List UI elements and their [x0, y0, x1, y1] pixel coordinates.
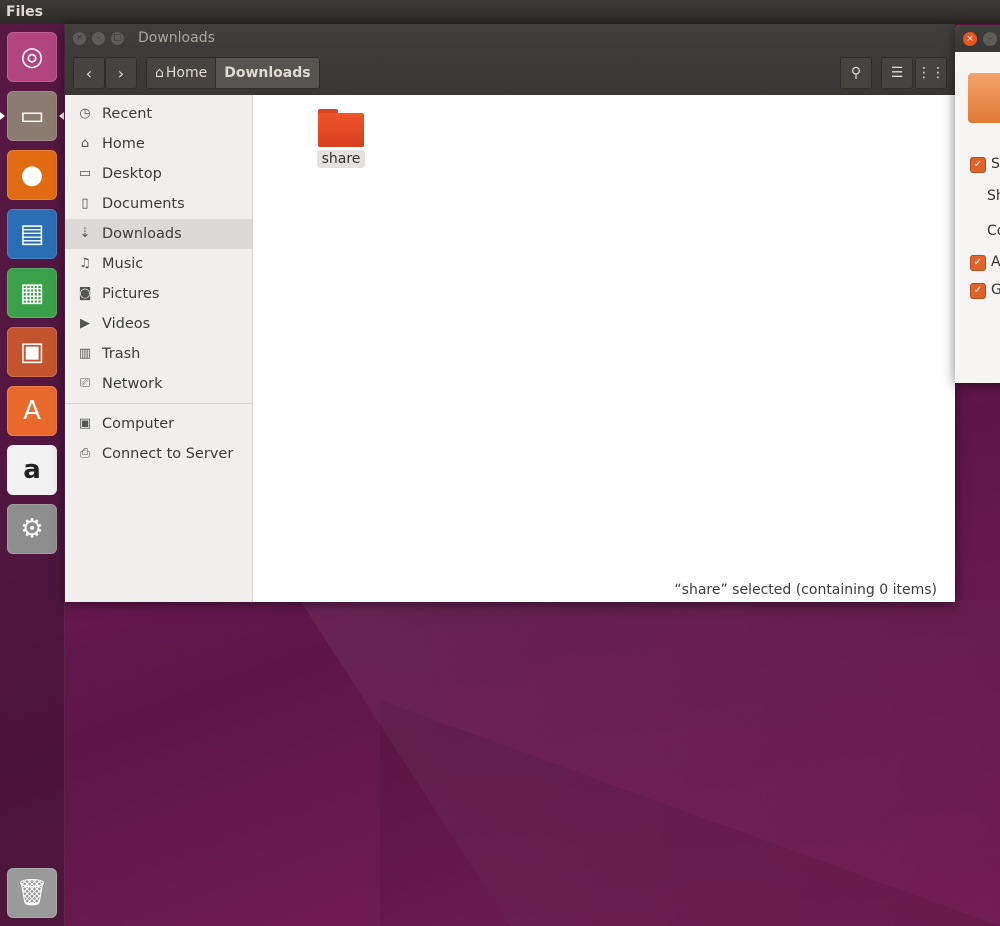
- trash-icon: ▥: [78, 346, 92, 361]
- file-view[interactable]: share “share” selected (containing 0 ite…: [253, 95, 955, 602]
- sidebar-item-label: Network: [102, 376, 163, 392]
- sidebar-item-label: Computer: [102, 416, 175, 432]
- software-center-icon[interactable]: A: [7, 386, 57, 436]
- properties-window: × – ✓ S Sh Co ✓ A ✓ G: [955, 25, 1000, 383]
- camera-icon: ◙: [78, 286, 92, 301]
- breadcrumb-label: Home: [165, 65, 208, 81]
- calc-icon[interactable]: ▦: [7, 268, 57, 318]
- sidebar-item-label: Recent: [102, 106, 153, 122]
- grid-icon: ⋮⋮: [917, 65, 945, 81]
- home-icon: ⌂: [80, 136, 90, 151]
- sidebar-item-label: Downloads: [102, 226, 182, 242]
- sidebar-item-label: Desktop: [102, 166, 162, 182]
- document-icon: ▯: [81, 196, 89, 211]
- sidebar-item-music[interactable]: ♫ Music: [65, 249, 252, 279]
- breadcrumb: ⌂ Home Downloads: [146, 57, 320, 89]
- back-button[interactable]: ‹: [73, 57, 105, 89]
- settings-icon[interactable]: ⚙: [7, 504, 57, 554]
- sidebar-item-label: Music: [102, 256, 144, 272]
- download-icon: ⇣: [79, 226, 91, 241]
- sidebar-item-label: Home: [102, 136, 145, 152]
- chevron-left-icon: ‹: [85, 63, 93, 83]
- partial-label: S: [991, 156, 1000, 172]
- sidebar-item-label: Videos: [102, 316, 151, 332]
- home-icon: ⌂: [155, 65, 164, 81]
- checkbox[interactable]: ✓: [970, 255, 986, 271]
- folder-label: share: [316, 150, 366, 168]
- partial-label: G: [991, 282, 1000, 298]
- top-panel: Files: [0, 0, 1000, 24]
- sidebar-item-computer[interactable]: ▣ Computer: [65, 409, 252, 439]
- properties-titlebar: × –: [955, 25, 1000, 52]
- checkbox[interactable]: ✓: [970, 157, 986, 173]
- desktop-icon: ▭: [78, 166, 92, 181]
- chevron-right-icon: ›: [117, 63, 125, 83]
- sidebar-item-connect-to-server[interactable]: ⎙ Connect to Server: [65, 439, 252, 469]
- close-button[interactable]: ×: [963, 32, 977, 46]
- sidebar-item-label: Documents: [102, 196, 185, 212]
- sidebar-item-label: Connect to Server: [102, 446, 234, 462]
- folder-item-share[interactable]: share: [315, 109, 367, 168]
- sidebar-item-trash[interactable]: ▥ Trash: [65, 339, 252, 369]
- checkbox[interactable]: ✓: [970, 283, 986, 299]
- titlebar: × – □ Downloads ‹ › ⌂ Home Downloads ⚲ ☰…: [65, 24, 955, 95]
- computer-icon: ▣: [78, 416, 92, 431]
- writer-icon[interactable]: ▤: [7, 209, 57, 259]
- sidebar-item-network[interactable]: ⎚ Network: [65, 369, 252, 399]
- folder-icon: [318, 109, 364, 147]
- sidebar-item-downloads[interactable]: ⇣ Downloads: [65, 219, 252, 249]
- breadcrumb-downloads[interactable]: Downloads: [215, 58, 319, 88]
- trash-icon[interactable]: 🗑: [7, 868, 57, 918]
- minimize-button[interactable]: –: [92, 32, 105, 45]
- search-button[interactable]: ⚲: [840, 57, 872, 89]
- files-window: × – □ Downloads ‹ › ⌂ Home Downloads ⚲ ☰…: [65, 24, 955, 602]
- network-icon: ⎚: [79, 376, 91, 391]
- close-button[interactable]: ×: [73, 32, 86, 45]
- impress-icon[interactable]: ▣: [7, 327, 57, 377]
- sidebar-item-home[interactable]: ⌂ Home: [65, 129, 252, 159]
- forward-button[interactable]: ›: [105, 57, 137, 89]
- files-icon[interactable]: ▭: [0, 91, 64, 141]
- sidebar-divider: [65, 403, 252, 404]
- sidebar: ◷ Recent ⌂ Home ▭ Desktop ▯ Documents ⇣ …: [65, 95, 253, 602]
- minimize-button[interactable]: –: [983, 32, 997, 46]
- music-icon: ♫: [79, 256, 91, 271]
- sidebar-item-videos[interactable]: ▶ Videos: [65, 309, 252, 339]
- maximize-button[interactable]: □: [111, 32, 124, 45]
- sidebar-item-documents[interactable]: ▯ Documents: [65, 189, 252, 219]
- partial-label: Sh: [987, 188, 1000, 204]
- window-title: Downloads: [138, 30, 215, 46]
- clock-icon: ◷: [79, 106, 91, 121]
- partial-label: A: [991, 254, 1000, 270]
- breadcrumb-label: Downloads: [224, 65, 311, 81]
- folder-icon: [968, 73, 1000, 123]
- launcher: ◎ ▭ ● ▤ ▦ ▣ A a ⚙ 🗑: [0, 24, 65, 926]
- amazon-icon[interactable]: a: [7, 445, 57, 495]
- firefox-icon[interactable]: ●: [7, 150, 57, 200]
- status-text: “share” selected (containing 0 items): [674, 582, 937, 598]
- list-icon: ☰: [890, 65, 904, 81]
- sidebar-item-recent[interactable]: ◷ Recent: [65, 99, 252, 129]
- server-icon: ⎙: [79, 446, 91, 461]
- sidebar-item-desktop[interactable]: ▭ Desktop: [65, 159, 252, 189]
- search-icon: ⚲: [850, 65, 862, 81]
- sidebar-item-pictures[interactable]: ◙ Pictures: [65, 279, 252, 309]
- grid-view-button[interactable]: ⋮⋮: [915, 57, 947, 89]
- list-view-button[interactable]: ☰: [881, 57, 913, 89]
- breadcrumb-home[interactable]: ⌂ Home: [147, 58, 216, 88]
- app-name: Files: [6, 4, 43, 20]
- sidebar-item-label: Trash: [102, 346, 141, 362]
- sidebar-item-label: Pictures: [102, 286, 160, 302]
- partial-label: Co: [987, 223, 1000, 239]
- ubuntu-dash-icon[interactable]: ◎: [7, 32, 57, 82]
- video-icon: ▶: [80, 316, 90, 331]
